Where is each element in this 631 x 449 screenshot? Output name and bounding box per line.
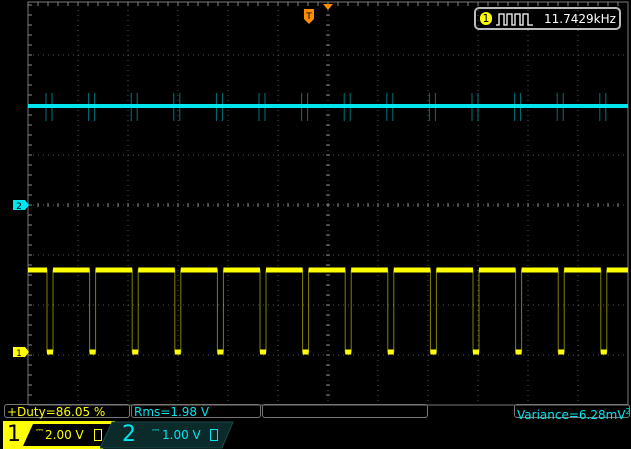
- dc-coupling-icon: ⎓: [36, 426, 44, 436]
- channel-1-scale: 2.00 V: [45, 428, 84, 442]
- bandwidth-icon: [210, 429, 218, 441]
- channel-2-number: 2: [122, 422, 136, 447]
- dc-coupling-icon: ⎓: [152, 426, 160, 436]
- channel-1-settings[interactable]: 1 ⎓ 2.00 V: [3, 421, 115, 449]
- trigger-position-marker[interactable]: [323, 4, 333, 10]
- variance-measurement[interactable]: Variance=6.28mV2: [514, 404, 631, 422]
- frequency-counter: 1 11.7429kHz: [474, 7, 621, 30]
- svg-text:1: 1: [16, 349, 22, 359]
- svg-text:2: 2: [16, 202, 22, 212]
- square-wave-icon: [496, 13, 533, 26]
- frequency-value: 11.7429kHz: [544, 12, 616, 26]
- channel-2-trace: [28, 104, 628, 108]
- svg-text:T: T: [305, 12, 312, 22]
- channel-2-settings[interactable]: 2 ⎓ 1.00 V: [100, 421, 235, 449]
- frequency-channel-badge: 1: [480, 12, 492, 25]
- measurement-slot-empty[interactable]: [262, 404, 428, 418]
- trigger-marker[interactable]: T: [304, 9, 314, 24]
- channel-2-marker[interactable]: 2: [13, 200, 29, 212]
- variance-unit-exponent: 2: [625, 407, 631, 416]
- rms-measurement[interactable]: Rms=1.98 V: [131, 404, 261, 419]
- channel-1-number: 1: [7, 422, 21, 447]
- waveform-display: T 2 1: [13, 1, 629, 406]
- channel-2-scale: 1.00 V: [162, 428, 201, 442]
- duty-measurement[interactable]: +Duty=86.05 %: [4, 404, 130, 419]
- variance-value: Variance=6.28mV: [517, 408, 626, 422]
- channel-1-marker[interactable]: 1: [13, 347, 29, 359]
- grid: [27, 1, 629, 406]
